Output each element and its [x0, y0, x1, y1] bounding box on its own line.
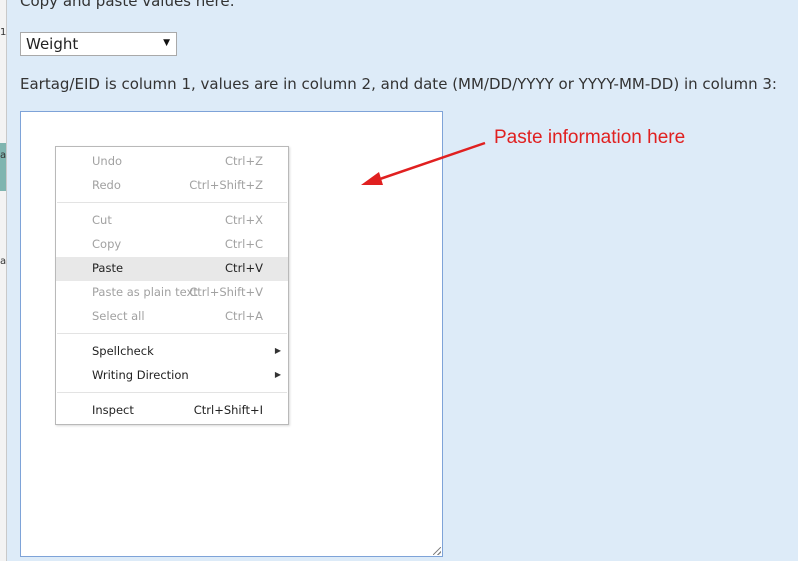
menu-item-label: Paste [92, 261, 124, 275]
left-strip-fragment: a [0, 150, 7, 161]
select-value: Weight [26, 35, 79, 53]
menu-item-inspect[interactable]: Inspect Ctrl+Shift+I [56, 399, 288, 423]
column-format-instruction: Eartag/EID is column 1, values are in co… [20, 75, 777, 93]
left-strip-fragment: a [0, 256, 7, 267]
menu-separator [57, 202, 287, 203]
menu-item-shortcut: Ctrl+Shift+Z [189, 178, 263, 192]
menu-item-label: Spellcheck [92, 344, 154, 358]
menu-item-shortcut: Ctrl+Z [225, 154, 263, 168]
measurement-type-select[interactable]: Weight ▼ [20, 32, 177, 56]
menu-item-redo[interactable]: Redo Ctrl+Shift+Z [56, 174, 288, 198]
paste-annotation: Paste information here [494, 127, 686, 148]
menu-item-undo[interactable]: Undo Ctrl+Z [56, 150, 288, 174]
menu-item-writing-direction[interactable]: Writing Direction ▶ [56, 364, 288, 388]
paste-instruction: Copy and paste values here: [20, 0, 235, 10]
annotation-arrow [361, 141, 486, 185]
submenu-arrow-icon: ▶ [274, 346, 281, 355]
dropdown-caret-icon: ▼ [163, 38, 170, 48]
menu-item-shortcut: Ctrl+V [225, 261, 263, 275]
menu-separator [57, 392, 287, 393]
menu-item-label: Inspect [92, 403, 134, 417]
menu-item-shortcut: Ctrl+A [225, 309, 263, 323]
left-window-strip: 1 a a [0, 0, 7, 561]
menu-item-cut[interactable]: Cut Ctrl+X [56, 209, 288, 233]
menu-item-label: Select all [92, 309, 145, 323]
menu-item-shortcut: Ctrl+Shift+I [193, 403, 263, 417]
menu-item-label: Copy [92, 237, 122, 251]
menu-item-spellcheck[interactable]: Spellcheck ▶ [56, 340, 288, 364]
left-strip-fragment: 1 [0, 27, 7, 38]
menu-item-paste[interactable]: Paste Ctrl+V [56, 257, 288, 281]
menu-item-shortcut: Ctrl+C [224, 237, 263, 251]
menu-item-label: Writing Direction [92, 368, 189, 382]
menu-item-copy[interactable]: Copy Ctrl+C [56, 233, 288, 257]
resize-grip-icon[interactable] [433, 547, 441, 555]
menu-item-shortcut: Ctrl+Shift+V [189, 285, 263, 299]
menu-item-select-all[interactable]: Select all Ctrl+A [56, 305, 288, 329]
context-menu: Undo Ctrl+Z Redo Ctrl+Shift+Z Cut Ctrl+X… [55, 146, 289, 425]
menu-item-label: Paste as plain text [92, 285, 198, 299]
menu-item-paste-plain[interactable]: Paste as plain text Ctrl+Shift+V [56, 281, 288, 305]
menu-separator [57, 333, 287, 334]
submenu-arrow-icon: ▶ [274, 370, 281, 379]
menu-item-label: Undo [92, 154, 123, 168]
menu-item-label: Cut [92, 213, 112, 227]
menu-item-label: Redo [92, 178, 121, 192]
menu-item-shortcut: Ctrl+X [225, 213, 263, 227]
